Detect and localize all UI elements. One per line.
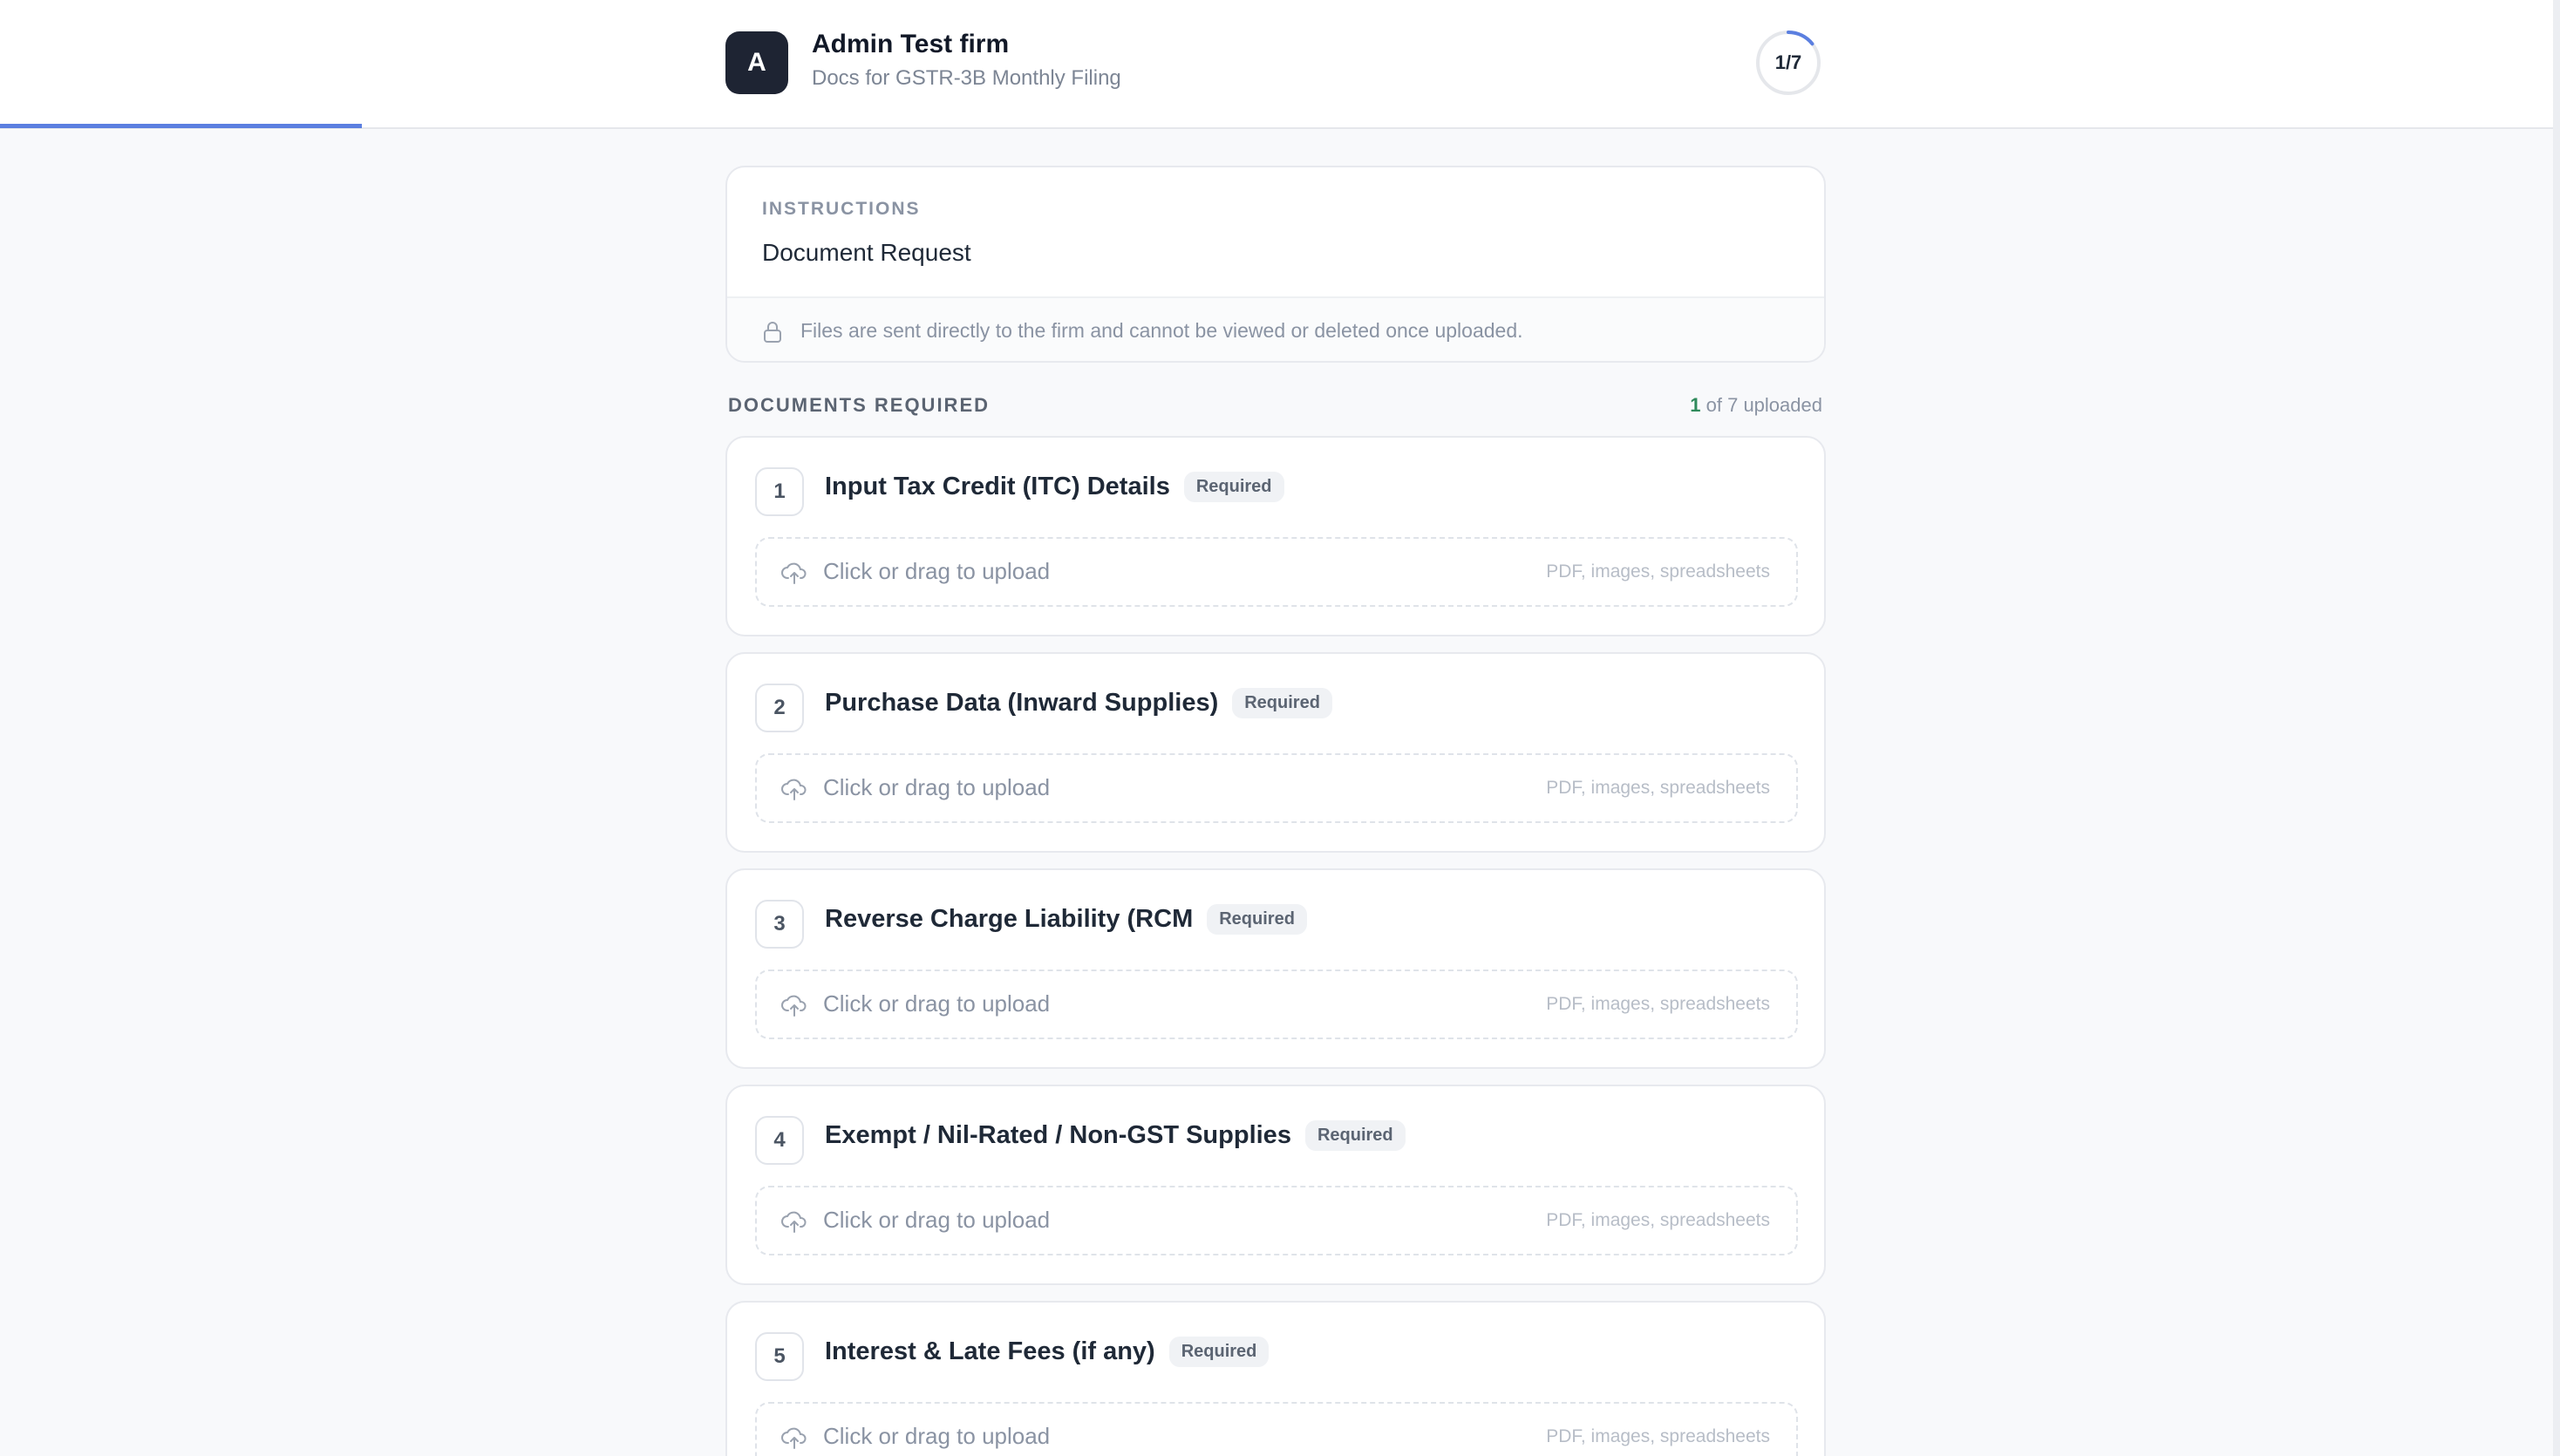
document-title: Exempt / Nil-Rated / Non-GST Supplies [825,1120,1291,1149]
instructions-title: Document Request [762,239,971,266]
uploaded-count-suffix: of 7 uploaded [1700,394,1822,416]
file-type-hint: PDF, images, spreadsheets [1546,1210,1770,1230]
file-type-hint: PDF, images, spreadsheets [1546,994,1770,1014]
upload-dropzone[interactable]: Click or drag to upload PDF, images, spr… [755,1186,1798,1255]
required-badge: Required [1183,471,1284,502]
instructions-footer: Files are sent directly to the firm and … [727,296,1824,361]
uploaded-count-number: 1 [1690,394,1701,416]
upload-label: Click or drag to upload [823,1207,1051,1233]
upload-dropzone[interactable]: Click or drag to upload PDF, images, spr… [755,537,1798,607]
firm-avatar: A [725,31,788,94]
document-card: 5 Interest & Late Fees (if any) Required… [725,1301,1826,1456]
upload-label: Click or drag to upload [823,990,1051,1017]
document-title-row: Input Tax Credit (ITC) Details Required [825,469,1284,504]
required-badge: Required [1304,1119,1406,1151]
document-card: 2 Purchase Data (Inward Supplies) Requir… [725,652,1826,853]
file-type-hint: PDF, images, spreadsheets [1546,561,1770,582]
instructions-kicker: INSTRUCTIONS [762,199,921,219]
required-badge: Required [1168,1336,1270,1367]
document-title: Purchase Data (Inward Supplies) [825,688,1219,717]
upload-count: 1 of 7 uploaded [1690,394,1822,417]
upload-label: Click or drag to upload [823,774,1051,800]
document-title: Input Tax Credit (ITC) Details [825,472,1170,500]
cloud-upload-icon [781,1211,807,1233]
instructions-card: INSTRUCTIONS Document Request Files are … [725,166,1826,363]
upload-dropzone[interactable]: Click or drag to upload PDF, images, spr… [755,1402,1798,1456]
document-title-row: Reverse Charge Liability (RCM Required [825,901,1307,936]
document-title-row: Exempt / Nil-Rated / Non-GST Supplies Re… [825,1118,1406,1153]
upload-label: Click or drag to upload [823,558,1051,584]
firm-name: Admin Test firm [812,30,1010,58]
required-badge: Required [1207,903,1307,935]
progress-ring-label: 1/7 [1774,51,1802,73]
cloud-upload-icon [781,779,807,800]
cloud-upload-icon [781,995,807,1017]
top-bar: A Admin Test firm Docs for GSTR-3B Month… [0,0,2560,129]
documents-heading: DOCUMENTS REQUIRED [728,394,991,416]
document-number: 2 [755,684,804,732]
document-number: 5 [755,1332,804,1381]
document-card: 4 Exempt / Nil-Rated / Non-GST Supplies … [725,1085,1826,1285]
document-number: 1 [755,467,804,516]
document-card: 1 Input Tax Credit (ITC) Details Require… [725,436,1826,636]
lock-icon [764,322,781,343]
document-title-row: Interest & Late Fees (if any) Required [825,1334,1270,1369]
upload-dropzone[interactable]: Click or drag to upload PDF, images, spr… [755,970,1798,1039]
cloud-upload-icon [781,562,807,584]
privacy-note: Files are sent directly to the firm and … [800,319,1523,342]
document-title-row: Purchase Data (Inward Supplies) Required [825,685,1332,720]
document-title: Reverse Charge Liability (RCM [825,904,1194,933]
document-number: 3 [755,900,804,949]
page-progress-bar [0,124,362,128]
document-title: Interest & Late Fees (if any) [825,1337,1155,1365]
document-number: 4 [755,1116,804,1165]
page-scrollbar[interactable] [2553,0,2560,1456]
required-badge: Required [1232,687,1332,718]
file-type-hint: PDF, images, spreadsheets [1546,778,1770,798]
upload-label: Click or drag to upload [823,1423,1051,1449]
document-card: 3 Reverse Charge Liability (RCM Required… [725,868,1826,1069]
file-type-hint: PDF, images, spreadsheets [1546,1426,1770,1446]
cloud-upload-icon [781,1427,807,1449]
request-subtitle: Docs for GSTR-3B Monthly Filing [812,66,1121,90]
upload-dropzone[interactable]: Click or drag to upload PDF, images, spr… [755,753,1798,823]
